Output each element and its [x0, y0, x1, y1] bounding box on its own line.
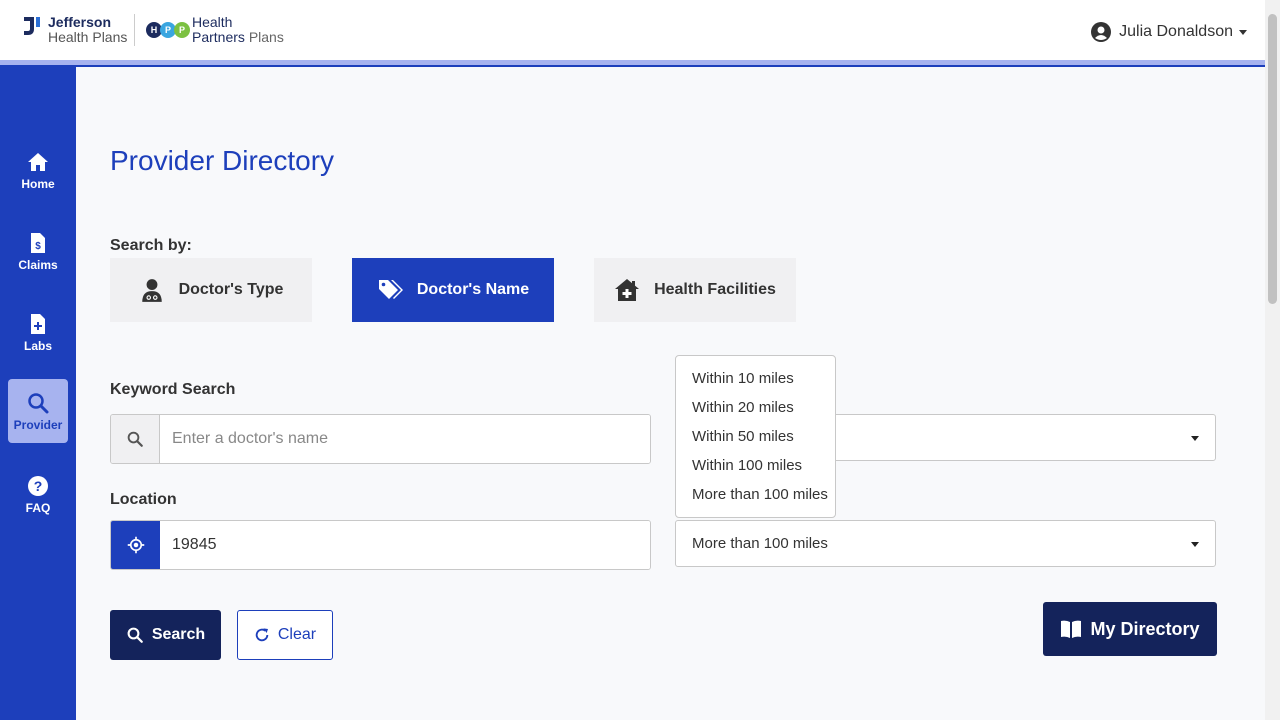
- distance-select[interactable]: More than 100 miles: [675, 520, 1216, 567]
- sidebar-item-claims[interactable]: $ Claims: [8, 219, 68, 283]
- logo-hpp-plans: Plans: [248, 29, 284, 45]
- sidebar-item-label: Labs: [23, 338, 52, 353]
- sidebar-item-label: Claims: [18, 257, 58, 272]
- user-circle-icon: [1091, 22, 1112, 42]
- tags-icon: [378, 280, 403, 299]
- clear-button[interactable]: Clear: [237, 610, 333, 660]
- search-icon: [28, 392, 49, 413]
- clear-button-label: Clear: [277, 626, 317, 643]
- chevron-down-icon: [1191, 436, 1199, 441]
- scrollbar-thumb[interactable]: [1268, 14, 1277, 304]
- page-scrollbar[interactable]: [1265, 0, 1280, 720]
- tab-doctors-type[interactable]: Doctor's Type: [110, 258, 312, 322]
- sidebar-item-labs[interactable]: Labs: [8, 300, 68, 364]
- refresh-icon: [255, 628, 269, 642]
- question-circle-icon: ?: [28, 475, 48, 496]
- search-button[interactable]: Search: [110, 610, 221, 660]
- svg-text:$: $: [35, 241, 41, 252]
- distance-option-20[interactable]: Within 20 miles: [676, 393, 835, 422]
- locate-me-button[interactable]: [111, 521, 160, 569]
- distance-dropdown-menu: Within 10 miles Within 20 miles Within 5…: [675, 355, 836, 518]
- claims-document-icon: $: [31, 232, 45, 253]
- logo-hpp-partners: Partners: [192, 29, 245, 45]
- sidebar-item-home[interactable]: Home: [8, 138, 68, 202]
- distance-option-10[interactable]: Within 10 miles: [676, 364, 835, 393]
- location-input[interactable]: [160, 521, 650, 569]
- logo-divider: [134, 14, 135, 46]
- tab-health-facilities[interactable]: Health Facilities: [594, 258, 796, 322]
- house-medical-icon: [615, 279, 640, 301]
- sidebar-item-faq[interactable]: ? FAQ: [8, 462, 68, 526]
- distance-option-50[interactable]: Within 50 miles: [676, 422, 835, 451]
- keyword-search-input[interactable]: [160, 415, 650, 463]
- logo-jefferson-text: Jefferson: [48, 14, 112, 30]
- chevron-down-icon: [1239, 29, 1247, 35]
- my-directory-label: My Directory: [1090, 618, 1200, 639]
- distance-selected-value: More than 100 miles: [692, 535, 828, 552]
- sidebar-item-label: Provider: [13, 417, 63, 432]
- top-header: Jefferson Health Plans H P P Health Part…: [0, 0, 1265, 60]
- logo-health-plans-text: Health Plans: [48, 29, 128, 45]
- svg-text:?: ?: [34, 478, 43, 494]
- tab-label: Doctor's Type: [178, 281, 284, 298]
- sidebar-item-label: Home: [21, 176, 55, 191]
- book-open-icon: [1061, 620, 1082, 638]
- hpp-letter-p2: P: [174, 22, 190, 38]
- home-icon: [28, 152, 48, 171]
- sidebar: Home $ Claims Labs Provider ? FAQ: [0, 67, 76, 720]
- search-by-label: Search by:: [110, 237, 192, 254]
- keyword-search-addon: [111, 415, 160, 463]
- user-name: Julia Donaldson: [1119, 23, 1233, 40]
- tab-doctors-name[interactable]: Doctor's Name: [352, 258, 554, 322]
- search-button-label: Search: [151, 626, 206, 643]
- search-icon: [127, 431, 143, 447]
- labs-document-plus-icon: [31, 313, 45, 334]
- keyword-search-group: [110, 414, 651, 464]
- header-accent-bar: [0, 60, 1265, 67]
- hpp-circles-icon: H P P: [146, 22, 190, 38]
- sidebar-item-provider[interactable]: Provider: [8, 379, 68, 443]
- chevron-down-icon: [1191, 542, 1199, 547]
- doctor-icon: [141, 279, 162, 302]
- logo-hpp-line2: Partners Plans: [192, 30, 284, 45]
- tab-label: Health Facilities: [654, 281, 776, 298]
- search-icon: [127, 627, 143, 643]
- sidebar-item-label: FAQ: [25, 500, 51, 515]
- jefferson-logo-icon: [24, 17, 40, 35]
- logo-hpp-line1: Health: [192, 14, 233, 30]
- tab-label: Doctor's Name: [416, 281, 530, 298]
- page-title: Provider Directory: [110, 145, 335, 176]
- distance-option-100[interactable]: Within 100 miles: [676, 451, 835, 480]
- health-partners-plans-logo[interactable]: H P P Health Partners Plans: [146, 15, 284, 45]
- user-menu-dropdown[interactable]: Julia Donaldson: [1091, 22, 1247, 42]
- location-label: Location: [110, 491, 177, 508]
- crosshairs-icon: [127, 536, 144, 554]
- keyword-search-label: Keyword Search: [110, 381, 236, 398]
- my-directory-button[interactable]: My Directory: [1043, 602, 1217, 656]
- location-group: [110, 520, 651, 570]
- jefferson-health-plans-logo[interactable]: Jefferson Health Plans: [22, 15, 127, 45]
- distance-option-more-100[interactable]: More than 100 miles: [676, 480, 835, 509]
